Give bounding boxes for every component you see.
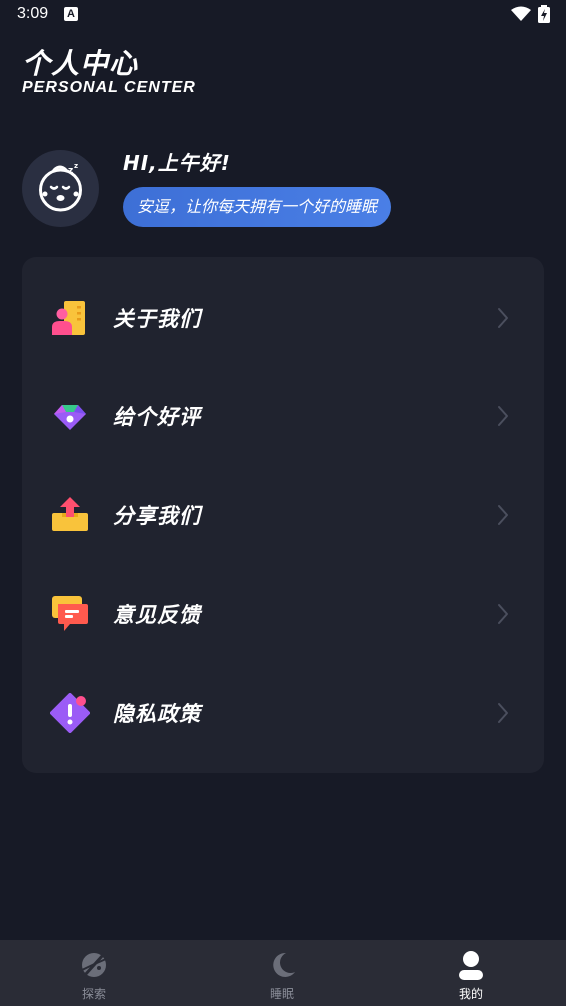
- rate-icon: [54, 405, 86, 430]
- nav-item-explore[interactable]: 探索: [0, 940, 188, 1006]
- nav-label: 我的: [458, 987, 483, 1001]
- menu-item-rate[interactable]: 给个好评: [22, 355, 544, 453]
- menu-item-label: 意见反馈: [113, 603, 201, 627]
- nav-label: 探索: [81, 987, 106, 1001]
- battery-icon: [538, 5, 550, 23]
- motto-badge: 安逗，让你每天拥有一个好的睡眠: [123, 187, 392, 227]
- menu-item-about[interactable]: 关于我们: [22, 257, 544, 355]
- notification-icon: A: [64, 7, 78, 21]
- svg-text:z: z: [74, 162, 78, 170]
- bottom-nav: 探索 睡眠 我的: [0, 940, 566, 1006]
- status-bar: 3:09 A: [0, 0, 566, 30]
- moon-icon: [273, 952, 295, 977]
- explore-icon: [81, 953, 107, 977]
- about-icon: [52, 301, 85, 335]
- nav-item-sleep[interactable]: 睡眠: [188, 940, 376, 1006]
- page-title: 个人中心: [22, 47, 139, 80]
- sleeping-baby-icon: z z: [39, 162, 82, 212]
- profile-icon: [459, 951, 483, 980]
- menu-item-label: 关于我们: [113, 307, 201, 331]
- menu-item-privacy[interactable]: 隐私政策: [22, 652, 544, 750]
- menu-item-feedback[interactable]: 意见反馈: [22, 553, 544, 651]
- chevron-right-icon: [498, 604, 508, 624]
- status-time: 3:09: [17, 5, 49, 22]
- chevron-right-icon: [498, 406, 508, 426]
- nav-label: 睡眠: [269, 987, 294, 1001]
- feedback-icon: [52, 596, 88, 631]
- chevron-right-icon: [498, 505, 508, 525]
- menu-item-label: 隐私政策: [113, 702, 201, 726]
- menu-item-label: 给个好评: [113, 405, 201, 429]
- chevron-right-icon: [498, 308, 508, 328]
- chevron-right-icon: [498, 703, 508, 723]
- wifi-icon: [511, 6, 531, 21]
- profile-screen: 3:09 A 个人中心 PERSONAL CENTER z z HI,上午好! …: [0, 0, 566, 1006]
- privacy-icon: [50, 693, 90, 733]
- greeting-text: HI,上午好!: [123, 151, 231, 175]
- nav-item-mine[interactable]: 我的: [376, 940, 566, 1006]
- share-icon: [52, 497, 88, 531]
- page-subtitle: PERSONAL CENTER: [22, 79, 196, 96]
- svg-text:z: z: [68, 166, 73, 176]
- avatar[interactable]: z z: [22, 150, 99, 227]
- menu-item-share[interactable]: 分享我们: [22, 454, 544, 552]
- menu-card: 关于我们 给个好评 分享我们 意见反馈 隐私政策: [22, 257, 544, 773]
- menu-item-label: 分享我们: [113, 504, 201, 528]
